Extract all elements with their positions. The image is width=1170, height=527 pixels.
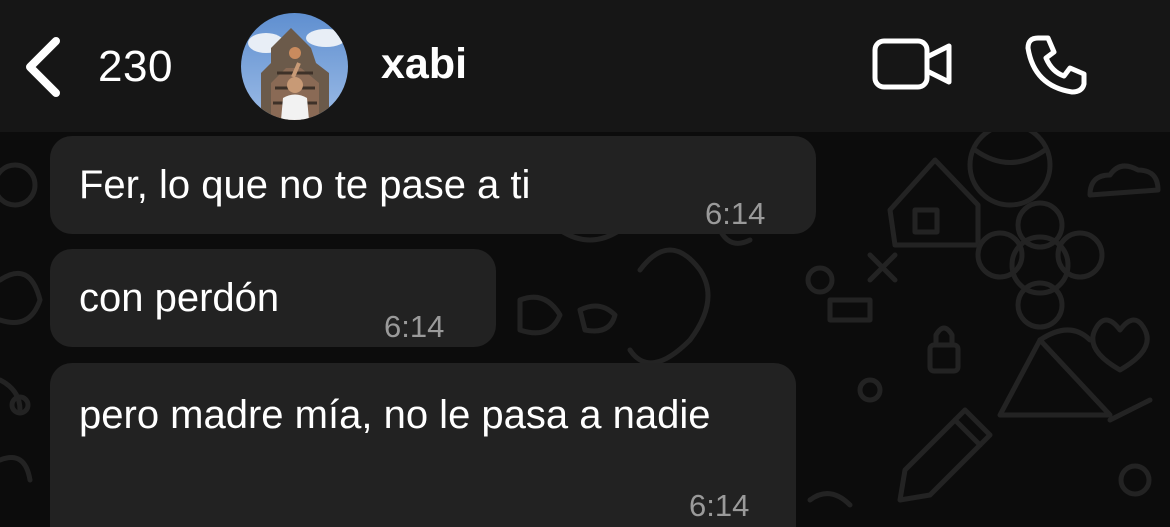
message-text: pero madre mía, no le pasa a nadie xyxy=(79,393,711,437)
avatar-image xyxy=(241,13,348,120)
message-bubble[interactable]: con perdón 6:14 xyxy=(50,249,496,347)
avatar[interactable] xyxy=(241,13,348,120)
voice-call-button[interactable] xyxy=(1024,32,1088,96)
video-camera-icon xyxy=(872,38,952,90)
chevron-left-icon xyxy=(26,37,60,97)
message-time: 6:14 xyxy=(384,309,445,344)
message-text: Fer, lo que no te pase a ti xyxy=(79,163,531,207)
phone-icon xyxy=(1025,35,1087,95)
video-call-button[interactable] xyxy=(872,38,954,90)
chat-screen: 230 xabi Fer, lo que no te pase a ti 6:1… xyxy=(0,0,1170,527)
message-text: con perdón xyxy=(79,276,280,320)
contact-name[interactable]: xabi xyxy=(381,40,467,89)
back-button[interactable]: 230 xyxy=(22,32,173,102)
message-time: 6:14 xyxy=(689,488,750,523)
message-bubble[interactable]: pero madre mía, no le pasa a nadie 6:14 xyxy=(50,363,796,527)
chat-header: 230 xabi xyxy=(0,0,1170,132)
unread-count: 230 xyxy=(98,42,173,91)
message-time: 6:14 xyxy=(705,196,766,231)
message-bubble[interactable]: Fer, lo que no te pase a ti 6:14 xyxy=(50,136,816,234)
